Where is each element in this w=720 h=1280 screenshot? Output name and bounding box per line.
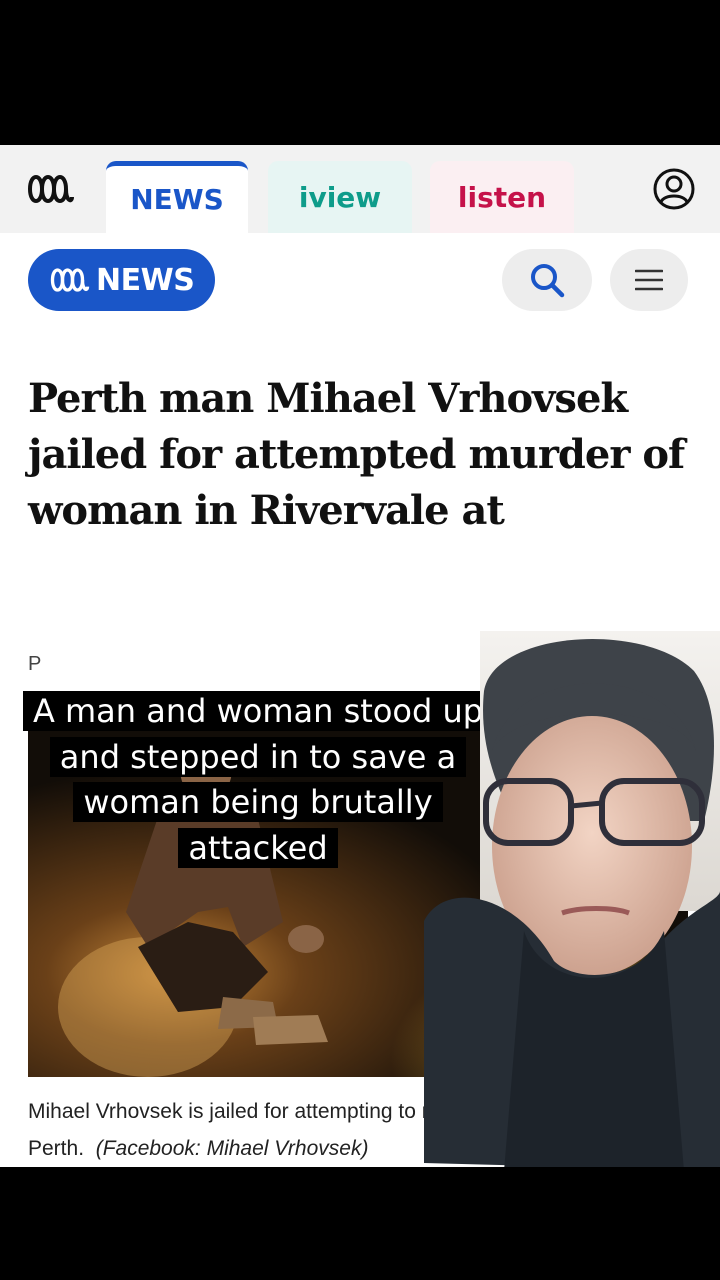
subtitle-text: A man and woman stood up and stepped in … — [22, 691, 494, 868]
menu-button[interactable] — [610, 249, 688, 311]
browser-viewport: NEWS iview listen NEWS Perth man Mihael … — [0, 145, 720, 1167]
tab-listen-label: listen — [457, 180, 547, 214]
search-button[interactable] — [502, 249, 592, 311]
presenter-overlay — [424, 631, 720, 1167]
tab-news[interactable]: NEWS — [106, 161, 248, 233]
news-badge-label: NEWS — [96, 262, 195, 298]
photo-credit: (Facebook: Mihael Vrhovsek) — [95, 1137, 369, 1160]
byline: P — [28, 653, 42, 675]
article-headline: Perth man Mihael Vrhovsek jailed for att… — [28, 375, 685, 534]
abc-network-bar: NEWS iview listen — [0, 145, 720, 233]
tab-iview[interactable]: iview — [268, 161, 412, 233]
tab-news-label: NEWS — [130, 183, 224, 216]
presenter-video — [424, 631, 720, 1167]
abc-news-home-button[interactable]: NEWS — [28, 249, 215, 311]
account-icon[interactable] — [652, 167, 696, 211]
search-icon — [531, 264, 565, 298]
abc-logo-icon[interactable] — [28, 171, 74, 207]
abc-logo-icon — [50, 268, 90, 292]
hamburger-menu-icon — [635, 269, 663, 291]
tab-iview-label: iview — [298, 180, 382, 214]
tab-listen[interactable]: listen — [430, 161, 574, 233]
